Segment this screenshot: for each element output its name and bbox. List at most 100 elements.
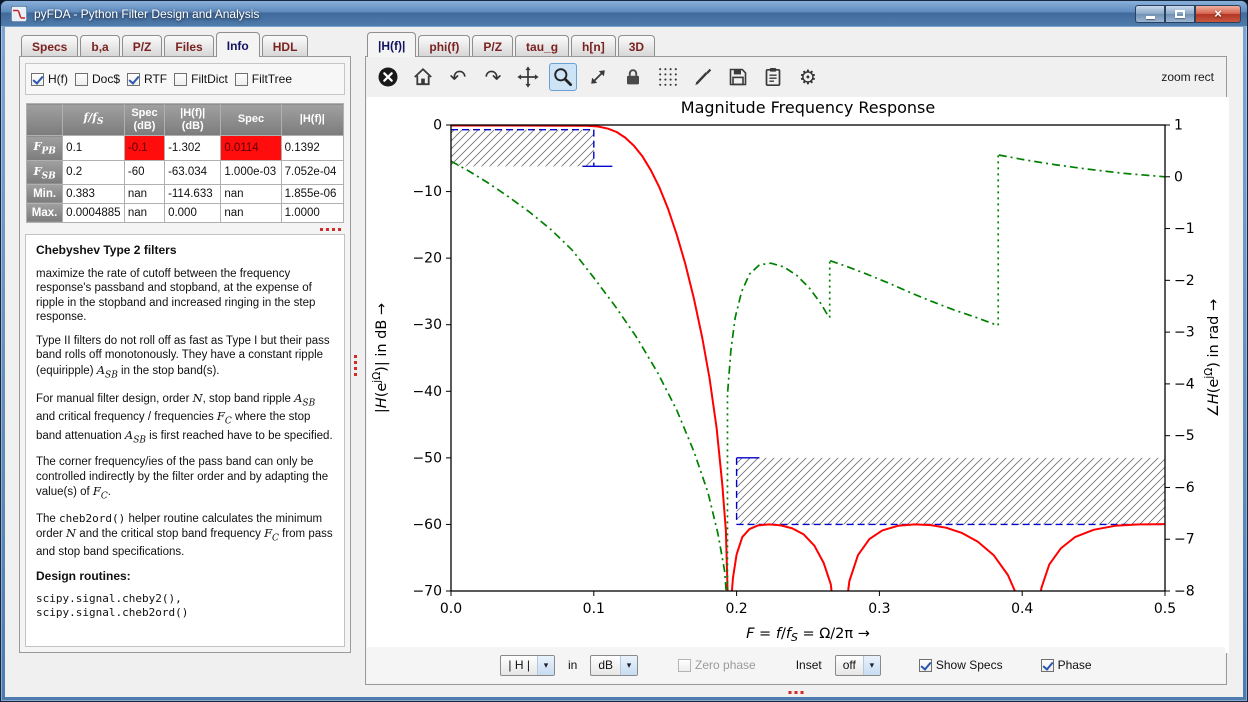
toolbar-home-button[interactable]: [409, 63, 437, 91]
table-cell-2-3[interactable]: nan: [220, 183, 282, 204]
titlebar[interactable]: pyFDA - Python Filter Design and Analysi…: [1, 1, 1247, 26]
x-axis-label: F = f/fS = Ω/2π →: [746, 626, 870, 644]
panel-splitter[interactable]: [354, 355, 357, 376]
svg-text:0: 0: [1174, 169, 1183, 185]
table-cell-3-4[interactable]: 1.0000: [280, 202, 345, 223]
toolbar-settings-button[interactable]: ⚙: [794, 63, 822, 91]
table-cell-1-1[interactable]: -60: [123, 159, 166, 185]
table-cell-0-0[interactable]: 0.1: [62, 135, 125, 161]
phase-checkbox-label: Phase: [1057, 658, 1092, 672]
svg-text:0.2: 0.2: [725, 601, 747, 617]
table-cell-0-3[interactable]: 0.0114: [220, 135, 282, 161]
info-paragraph-2: Type II filters do not roll off as fast …: [36, 334, 330, 381]
toolbar-copy-clipboard-button[interactable]: [759, 63, 787, 91]
table-cell-2-1[interactable]: nan: [123, 183, 166, 204]
doc-checkbox[interactable]: Doc$: [75, 72, 120, 86]
plot-tab-h-n[interactable]: h[n]: [571, 35, 616, 56]
close-button[interactable]: ×: [1195, 4, 1241, 23]
rtf-checkbox-label: RTF: [144, 72, 168, 86]
code-line-1: scipy.signal.cheby2(),: [36, 591, 182, 605]
plot-tab-3d[interactable]: 3D: [617, 35, 656, 56]
table-cell-3-0[interactable]: 0.0004885: [62, 202, 125, 223]
bottom-splitter[interactable]: [788, 691, 804, 694]
phase-checkbox[interactable]: Phase: [1040, 658, 1092, 672]
input-tab-p-z[interactable]: P/Z: [121, 35, 163, 56]
rtf-checkbox[interactable]: RTF: [127, 72, 167, 86]
input-tab-files[interactable]: Files: [164, 35, 214, 56]
table-info-splitter[interactable]: [20, 225, 350, 234]
table-cell-3-2[interactable]: 0.000: [164, 202, 222, 223]
doc-checkbox-box: [75, 72, 88, 86]
zero-phase-checkbox[interactable]: Zero phase: [678, 658, 756, 672]
table-header-4: Spec: [220, 102, 282, 137]
full-extent-icon: [587, 66, 609, 88]
table-cell-1-0[interactable]: 0.2: [62, 159, 125, 185]
phase-checkbox-box: [1040, 658, 1054, 672]
home-icon: [412, 66, 434, 88]
row-header-2: Min.: [25, 183, 64, 204]
table-header-5: |H(f)|: [280, 102, 345, 137]
table-cell-3-3[interactable]: nan: [220, 202, 282, 223]
pyfda-window: pyFDA - Python Filter Design and Analysi…: [0, 0, 1248, 702]
svg-text:0.5: 0.5: [1154, 601, 1176, 617]
magnitude-response-chart[interactable]: 0.0 0.1 0.2 0.3 0.4 0.5 0 −10 −20 −30 −40 −50 −60 −70…: [367, 97, 1229, 653]
svg-text:−50: −50: [412, 450, 442, 466]
input-tab-b-a[interactable]: b,a: [80, 35, 120, 56]
inset-select[interactable]: off ▾: [834, 654, 881, 676]
zero-phase-checkbox-box: [678, 658, 692, 672]
table-cell-3-1[interactable]: nan: [123, 202, 166, 223]
toolbar-redo-button[interactable]: ↷: [479, 63, 507, 91]
minimize-button[interactable]: [1135, 4, 1165, 23]
toolbar-zoom-button[interactable]: [549, 63, 577, 91]
svg-text:0.1: 0.1: [583, 601, 605, 617]
toolbar-lock-zoom-button[interactable]: [619, 63, 647, 91]
toolbar-undo-button[interactable]: ↶: [444, 63, 472, 91]
table-cell-2-0[interactable]: 0.383: [62, 183, 125, 204]
code-line-2: scipy.signal.cheb2ord(): [36, 605, 189, 619]
table-cell-2-2[interactable]: -114.633: [164, 183, 222, 204]
toolbar-close-button[interactable]: [374, 63, 402, 91]
plot-tab-h-f[interactable]: |H(f)|: [367, 32, 417, 57]
table-cell-1-4[interactable]: 7.052e-04: [280, 159, 345, 185]
svg-text:0.3: 0.3: [868, 601, 890, 617]
table-header-0: [25, 102, 64, 137]
table-cell-2-4[interactable]: 1.855e-06: [280, 183, 345, 204]
toolbar-edit-axes-button[interactable]: [689, 63, 717, 91]
row-header-0: FPB: [25, 135, 64, 161]
table-cell-0-4[interactable]: 0.1392: [280, 135, 345, 161]
toolbar-save-button[interactable]: [724, 63, 752, 91]
toolbar-pan-button[interactable]: [514, 63, 542, 91]
filtdict-checkbox[interactable]: FiltDict: [174, 72, 228, 86]
magnitude-select[interactable]: | H | ▾: [500, 654, 555, 676]
info-options-row: H(f) Doc$ RTF FiltDict FiltTree: [25, 63, 345, 95]
rtf-checkbox-box: [127, 72, 141, 86]
plot-tab-phi-f[interactable]: phi(f): [418, 35, 471, 56]
table-cell-0-2[interactable]: -1.302: [164, 135, 222, 161]
zoom-icon: [552, 66, 574, 88]
input-tab-specs[interactable]: Specs: [21, 35, 79, 56]
toolbar-full-extent-button[interactable]: [584, 63, 612, 91]
plot-tab-tau-g[interactable]: tau_g: [515, 35, 570, 56]
toolbar-grid-button[interactable]: [654, 63, 682, 91]
h-f-checkbox[interactable]: H(f): [31, 72, 68, 86]
filttree-checkbox[interactable]: FiltTree: [234, 72, 292, 86]
svg-text:−30: −30: [412, 317, 442, 333]
maximize-icon: [1175, 9, 1185, 18]
pan-icon: [517, 66, 539, 88]
table-cell-1-3[interactable]: 1.000e-03: [220, 159, 282, 185]
svg-text:−70: −70: [412, 584, 442, 600]
input-tab-info[interactable]: Info: [215, 32, 260, 57]
table-cell-1-2[interactable]: -63.034: [164, 159, 222, 185]
svg-text:−40: −40: [412, 384, 442, 400]
info-heading: Chebyshev Type 2 filters: [36, 242, 177, 257]
show-specs-checkbox[interactable]: Show Specs: [918, 658, 1003, 672]
unit-select[interactable]: dB ▾: [590, 654, 639, 676]
redo-icon: ↷: [484, 65, 502, 89]
input-tab-hdl[interactable]: HDL: [261, 35, 309, 56]
table-cell-0-1[interactable]: -0.1: [123, 135, 166, 161]
h-f-checkbox-box: [31, 72, 44, 86]
close-icon: [377, 66, 399, 88]
filter-info-panel: Chebyshev Type 2 filters maximize the ra…: [25, 233, 345, 647]
plot-tab-p-z[interactable]: P/Z: [472, 35, 514, 56]
maximize-button[interactable]: [1165, 4, 1195, 23]
